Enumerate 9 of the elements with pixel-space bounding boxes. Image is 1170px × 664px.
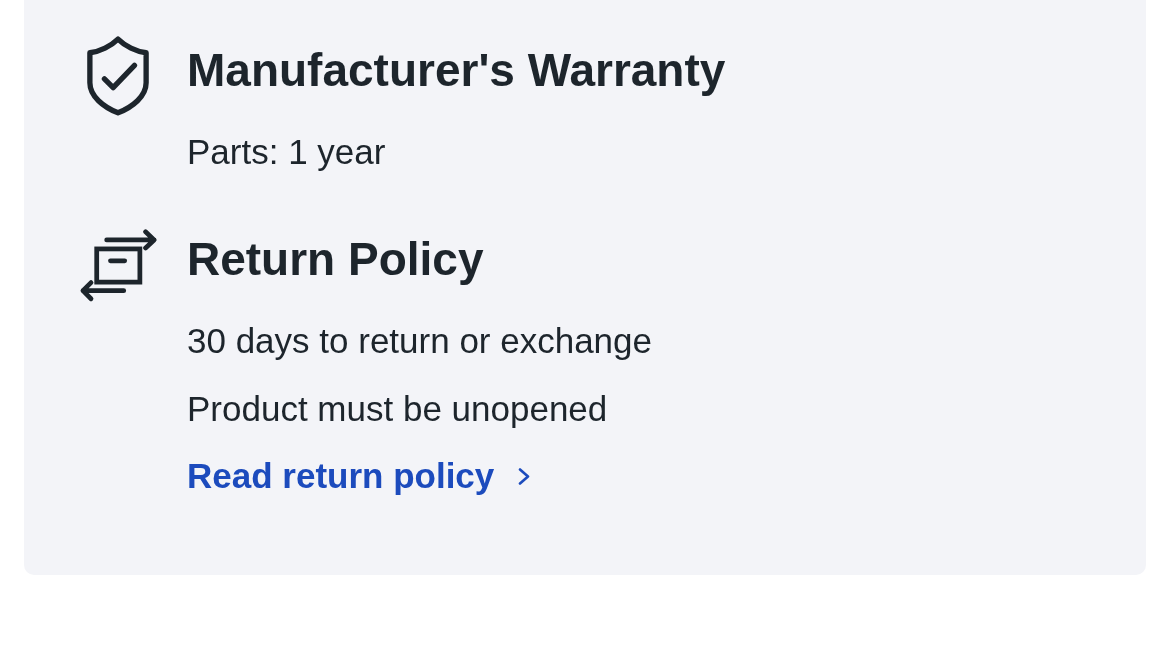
section-title: Manufacturer's Warranty (187, 43, 726, 98)
section-title: Return Policy (187, 232, 484, 287)
shield-check-icon (86, 36, 150, 116)
policy-detail: Parts: 1 year (187, 131, 386, 173)
box-arrows-icon (79, 229, 159, 303)
policy-detail: Product must be unopened (187, 388, 608, 430)
policy-detail: 30 days to return or exchange (187, 320, 652, 362)
read-policy-link[interactable]: Read return policy (187, 452, 531, 500)
chevron-right-icon (518, 467, 531, 485)
